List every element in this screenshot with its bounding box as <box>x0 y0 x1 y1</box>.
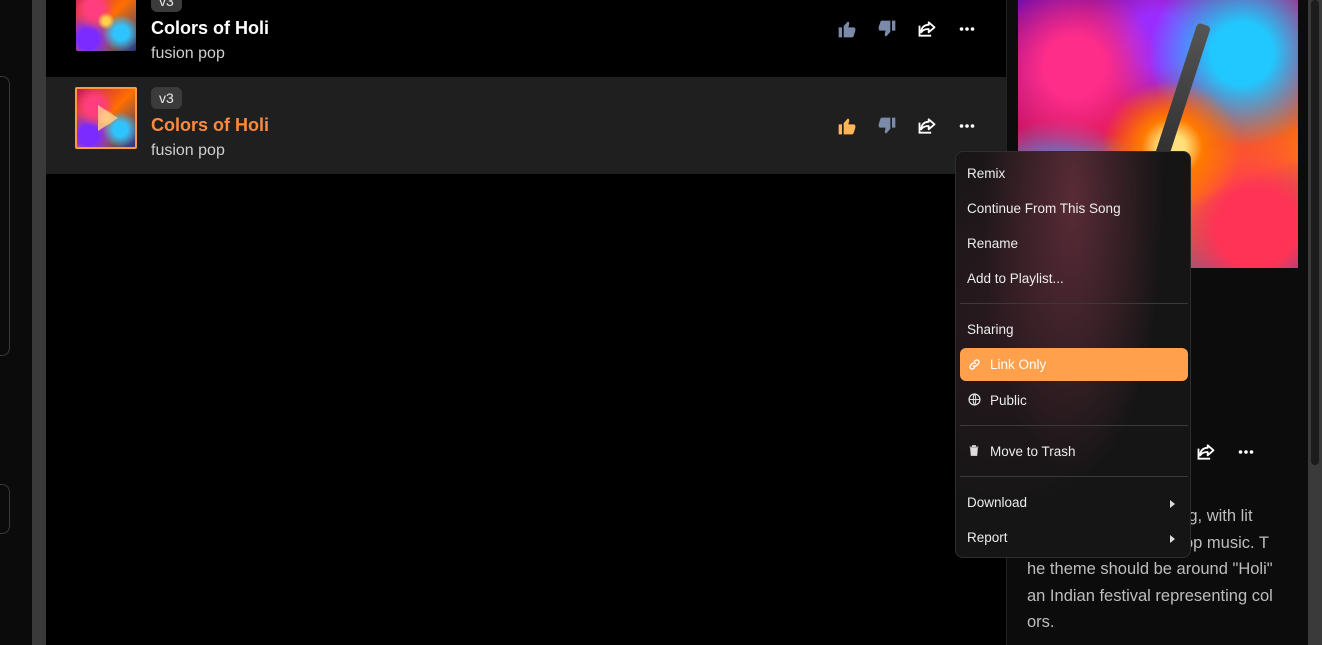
menu-section-sharing: Sharing <box>967 322 1014 337</box>
thumbs-up-icon[interactable] <box>836 115 858 137</box>
description-line: he theme should be around "Holi" <box>1027 560 1273 578</box>
song-genre[interactable]: fusion pop <box>151 142 225 160</box>
left-panel-input[interactable] <box>0 76 10 356</box>
chevron-right-icon <box>1170 500 1175 508</box>
thumbs-up-icon[interactable] <box>836 18 858 40</box>
menu-divider <box>960 425 1188 426</box>
thumbs-down-icon[interactable] <box>876 115 898 137</box>
share-icon[interactable] <box>916 18 938 40</box>
menu-item-move-to-trash[interactable]: Move to Trash <box>990 444 1076 459</box>
song-list: v3 Colors of Holi fusion pop v3 Colors o… <box>46 0 1006 645</box>
share-icon[interactable] <box>916 115 938 137</box>
menu-item-public[interactable]: Public <box>990 393 1027 408</box>
menu-divider <box>960 476 1188 477</box>
menu-divider <box>960 303 1188 304</box>
globe-icon <box>967 392 981 406</box>
menu-item-link-only[interactable]: Link Only <box>990 357 1046 372</box>
version-badge: v3 <box>151 0 182 12</box>
song-title[interactable]: Colors of Holi <box>151 115 269 136</box>
left-panel-textarea[interactable] <box>0 484 10 534</box>
song-context-menu: Remix Continue From This Song Rename Add… <box>955 151 1191 558</box>
link-icon <box>967 357 981 371</box>
share-icon[interactable] <box>1195 441 1217 463</box>
play-icon[interactable] <box>98 105 118 131</box>
version-badge: v3 <box>151 87 182 109</box>
song-row-selected[interactable]: v3 Colors of Holi fusion pop <box>46 77 1006 174</box>
song-cover[interactable] <box>75 87 137 149</box>
chevron-right-icon <box>1170 535 1175 543</box>
menu-item-continue[interactable]: Continue From This Song <box>967 201 1121 216</box>
menu-item-download[interactable]: Download <box>967 495 1027 510</box>
description-line: ors. <box>1027 613 1055 631</box>
menu-item-rename[interactable]: Rename <box>967 236 1018 251</box>
song-title[interactable]: Colors of Holi <box>151 18 269 39</box>
menu-item-report[interactable]: Report <box>967 530 1008 545</box>
menu-item-remix[interactable]: Remix <box>967 166 1005 181</box>
song-genre[interactable]: fusion pop <box>151 45 225 63</box>
trash-icon <box>967 443 981 457</box>
scrollbar-thumb[interactable] <box>1311 0 1319 465</box>
description-line: an Indian festival representing col <box>1027 586 1273 605</box>
more-icon[interactable] <box>956 115 978 137</box>
more-icon[interactable] <box>956 18 978 40</box>
menu-item-add-to-playlist[interactable]: Add to Playlist... <box>967 271 1064 286</box>
song-cover[interactable] <box>76 0 136 51</box>
more-icon[interactable] <box>1235 441 1257 463</box>
thumbs-down-icon[interactable] <box>876 18 898 40</box>
song-row[interactable]: v3 Colors of Holi fusion pop <box>46 0 1006 77</box>
panel-divider[interactable] <box>32 0 46 645</box>
